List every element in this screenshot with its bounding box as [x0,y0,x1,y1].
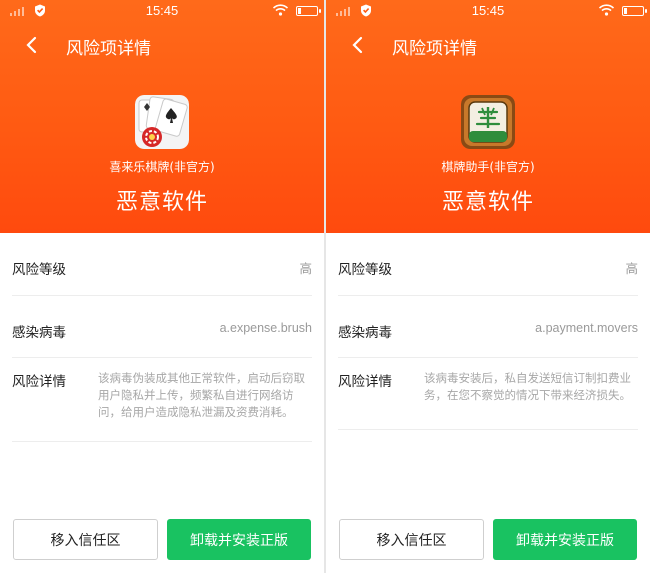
risk-detail-row: 风险详情 该病毒伪装成其他正常软件，启动后窃取用户隐私并上传，频繁私自进行网络访… [12,358,312,442]
infected-virus-row: 感染病毒 a.expense.brush [12,296,312,358]
header-area: 15:45 风险项详情 棋牌助手(非官方) 恶意软件 [326,0,650,233]
risk-details-list: 风险等级 高 感染病毒 a.expense.brush 风险详情 该病毒伪装成其… [0,233,324,442]
screen-left: 15:45 风险项详情 喜来乐棋牌(非官方) 恶意软件 风险等级 高 感染病毒 … [0,0,324,573]
title-bar: 风险项详情 [326,28,650,62]
status-bar: 15:45 [326,0,650,22]
page-title: 风险项详情 [392,39,477,59]
infected-virus-value: a.payment.movers [535,321,638,335]
poker-cards-icon [135,95,189,149]
risk-detail-text: 该病毒伪装成其他正常软件，启动后窃取用户隐私并上传，频繁私自进行网络访问，给用户… [98,371,305,419]
risk-verdict: 恶意软件 [441,190,534,215]
page-title: 风险项详情 [66,39,151,59]
risk-detail-row: 风险详情 该病毒安装后，私自发送短信订制扣费业务，在您不察觉的情况下带来经济损失… [338,358,638,430]
infected-virus-label: 感染病毒 [338,325,392,341]
app-name: 棋牌助手(非官方) [441,160,535,174]
risk-level-row: 风险等级 高 [12,233,312,296]
risk-level-row: 风险等级 高 [338,233,638,296]
infected-virus-row: 感染病毒 a.payment.movers [338,296,638,358]
risk-verdict: 恶意软件 [115,190,208,215]
risk-detail-text: 该病毒安装后，私自发送短信订制扣费业务，在您不察觉的情况下带来经济损失。 [424,371,631,402]
risk-level-label: 风险等级 [338,262,392,278]
risk-detail-label: 风险详情 [338,374,392,390]
app-name: 喜来乐棋牌(非官方) [109,160,215,174]
move-to-trust-button[interactable]: 移入信任区 [13,519,158,560]
title-bar: 风险项详情 [0,28,324,62]
mahjong-tile-icon [461,95,515,149]
uninstall-install-official-button[interactable]: 卸载并安装正版 [493,519,637,560]
battery-icon [622,6,647,16]
back-arrow-icon[interactable] [348,34,370,56]
wifi-icon [599,4,614,16]
screen-right: 15:45 风险项详情 棋牌助手(非官方) 恶意软件 风险等级 高 感染病毒 a… [326,0,650,573]
move-to-trust-button[interactable]: 移入信任区 [339,519,484,560]
risk-details-list: 风险等级 高 感染病毒 a.payment.movers 风险详情 该病毒安装后… [326,233,650,430]
back-arrow-icon[interactable] [22,34,44,56]
wifi-icon [273,4,288,16]
risk-level-label: 风险等级 [12,262,66,278]
status-bar: 15:45 [0,0,324,22]
infected-virus-value: a.expense.brush [219,321,312,335]
risk-level-value: 高 [625,261,638,276]
infected-virus-label: 感染病毒 [12,325,66,341]
risk-level-value: 高 [299,261,312,276]
header-area: 15:45 风险项详情 喜来乐棋牌(非官方) 恶意软件 [0,0,324,233]
uninstall-install-official-button[interactable]: 卸载并安装正版 [167,519,311,560]
risk-detail-label: 风险详情 [12,374,66,390]
battery-icon [296,6,321,16]
